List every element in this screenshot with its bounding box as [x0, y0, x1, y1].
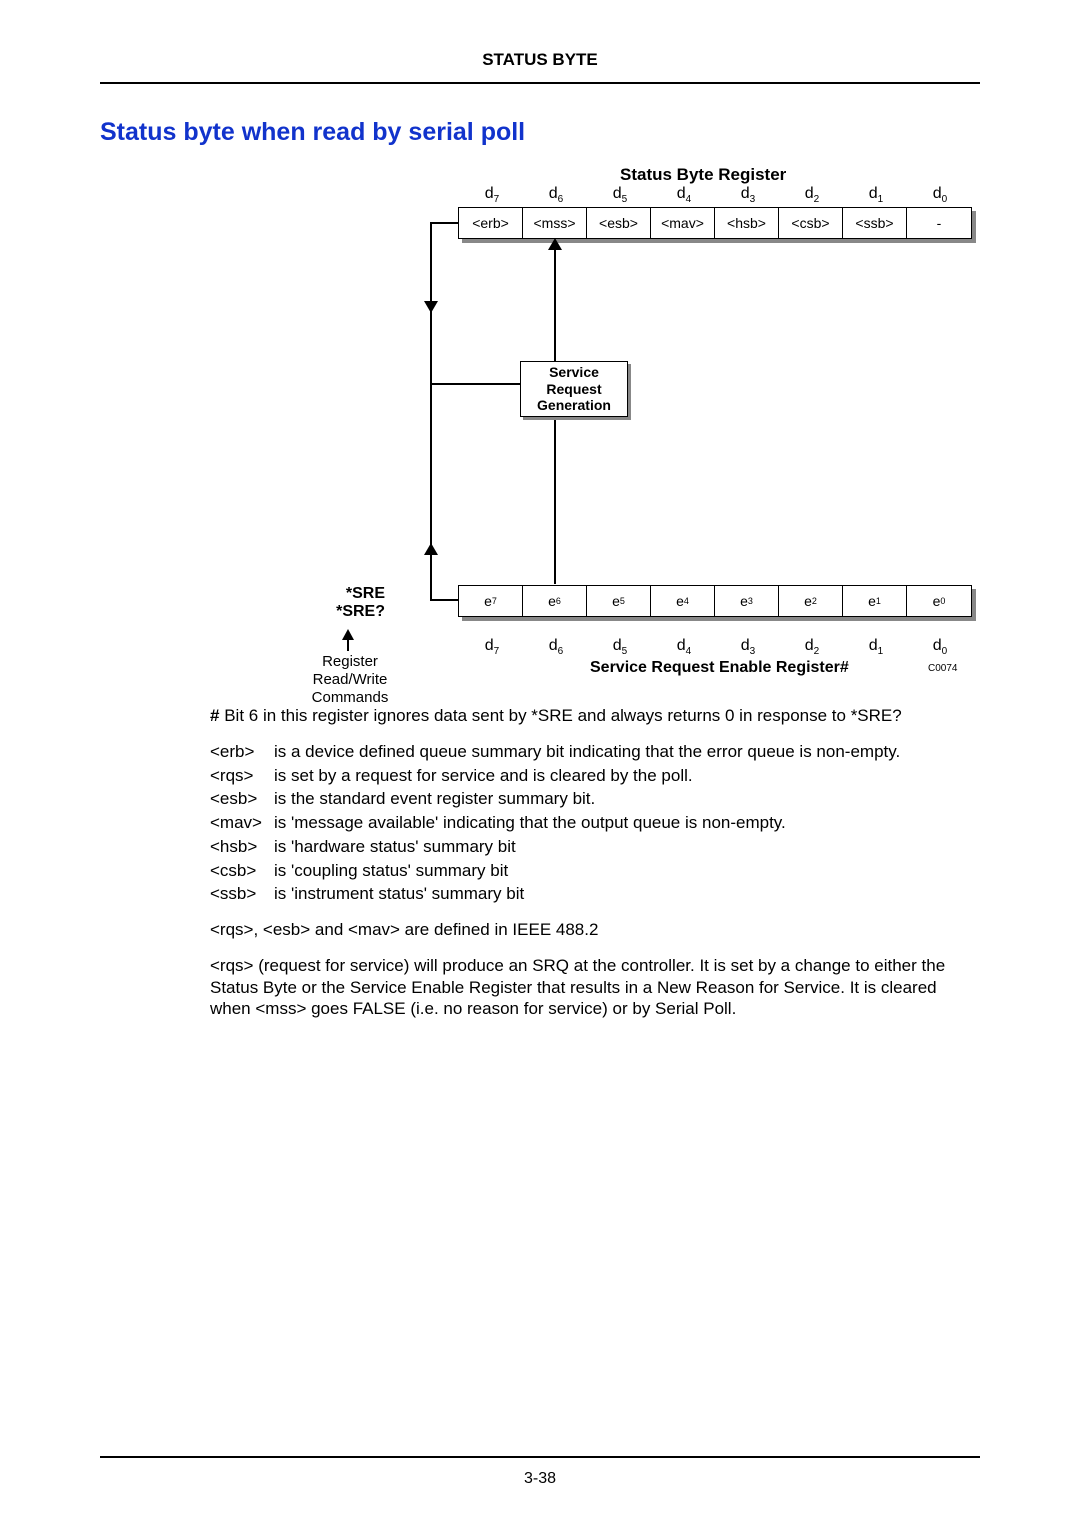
status-byte-register: <erb> <mss> <esb> <mav> <hsb> <csb> <ssb…: [458, 207, 972, 239]
sre-cell: e7: [459, 586, 523, 616]
arrow-up-icon: [424, 543, 438, 555]
hash-note: # Bit 6 in this register ignores data se…: [210, 705, 974, 727]
figure-ref: C0074: [928, 663, 957, 674]
sbr-cell: <erb>: [459, 208, 523, 238]
sbr-title: Status Byte Register: [620, 165, 786, 185]
sre-register: e7 e6 e5 e4 e3 e2 e1 e0: [458, 585, 972, 617]
sre-cell: e2: [779, 586, 843, 616]
srer-label: Service Request Enable Register#: [590, 659, 849, 677]
rqs-paragraph: <rqs> (request for service) will produce…: [210, 955, 974, 1020]
sbr-cell: <esb>: [587, 208, 651, 238]
sre-command-label: *SRE *SRE?: [295, 585, 385, 621]
bit-definitions: <erb>is a device defined queue summary b…: [210, 741, 974, 905]
top-bit-labels: d7 d6 d5 d4 d3 d2 d1 d0: [460, 185, 972, 205]
sbr-cell: <mss>: [523, 208, 587, 238]
sbr-cell: <hsb>: [715, 208, 779, 238]
sbr-cell: <csb>: [779, 208, 843, 238]
sbr-cell: -: [907, 208, 971, 238]
page-header: STATUS BYTE: [100, 50, 980, 84]
register-rw-label: Register Read/Write Commands: [290, 653, 410, 707]
status-byte-diagram: Status Byte Register d7 d6 d5 d4 d3 d2 d…: [210, 165, 980, 705]
sre-cell: e4: [651, 586, 715, 616]
sre-cell: e6: [523, 586, 587, 616]
service-request-generation-box: Service Request Generation: [520, 361, 628, 417]
sre-cell: e0: [907, 586, 971, 616]
ieee-note: <rqs>, <esb> and <mav> are defined in IE…: [210, 919, 974, 941]
arrow-down-icon: [424, 301, 438, 313]
section-title: Status byte when read by serial poll: [100, 118, 980, 147]
sre-cell: e1: [843, 586, 907, 616]
page-number: 3-38: [0, 1470, 1080, 1488]
arrow-up-icon: [548, 238, 562, 250]
sbr-cell: <ssb>: [843, 208, 907, 238]
sbr-cell: <mav>: [651, 208, 715, 238]
sre-cell: e5: [587, 586, 651, 616]
bottom-bit-labels: d7 d6 d5 d4 d3 d2 d1 d0: [460, 637, 972, 657]
footer-rule: [100, 1456, 980, 1458]
sre-cell: e3: [715, 586, 779, 616]
